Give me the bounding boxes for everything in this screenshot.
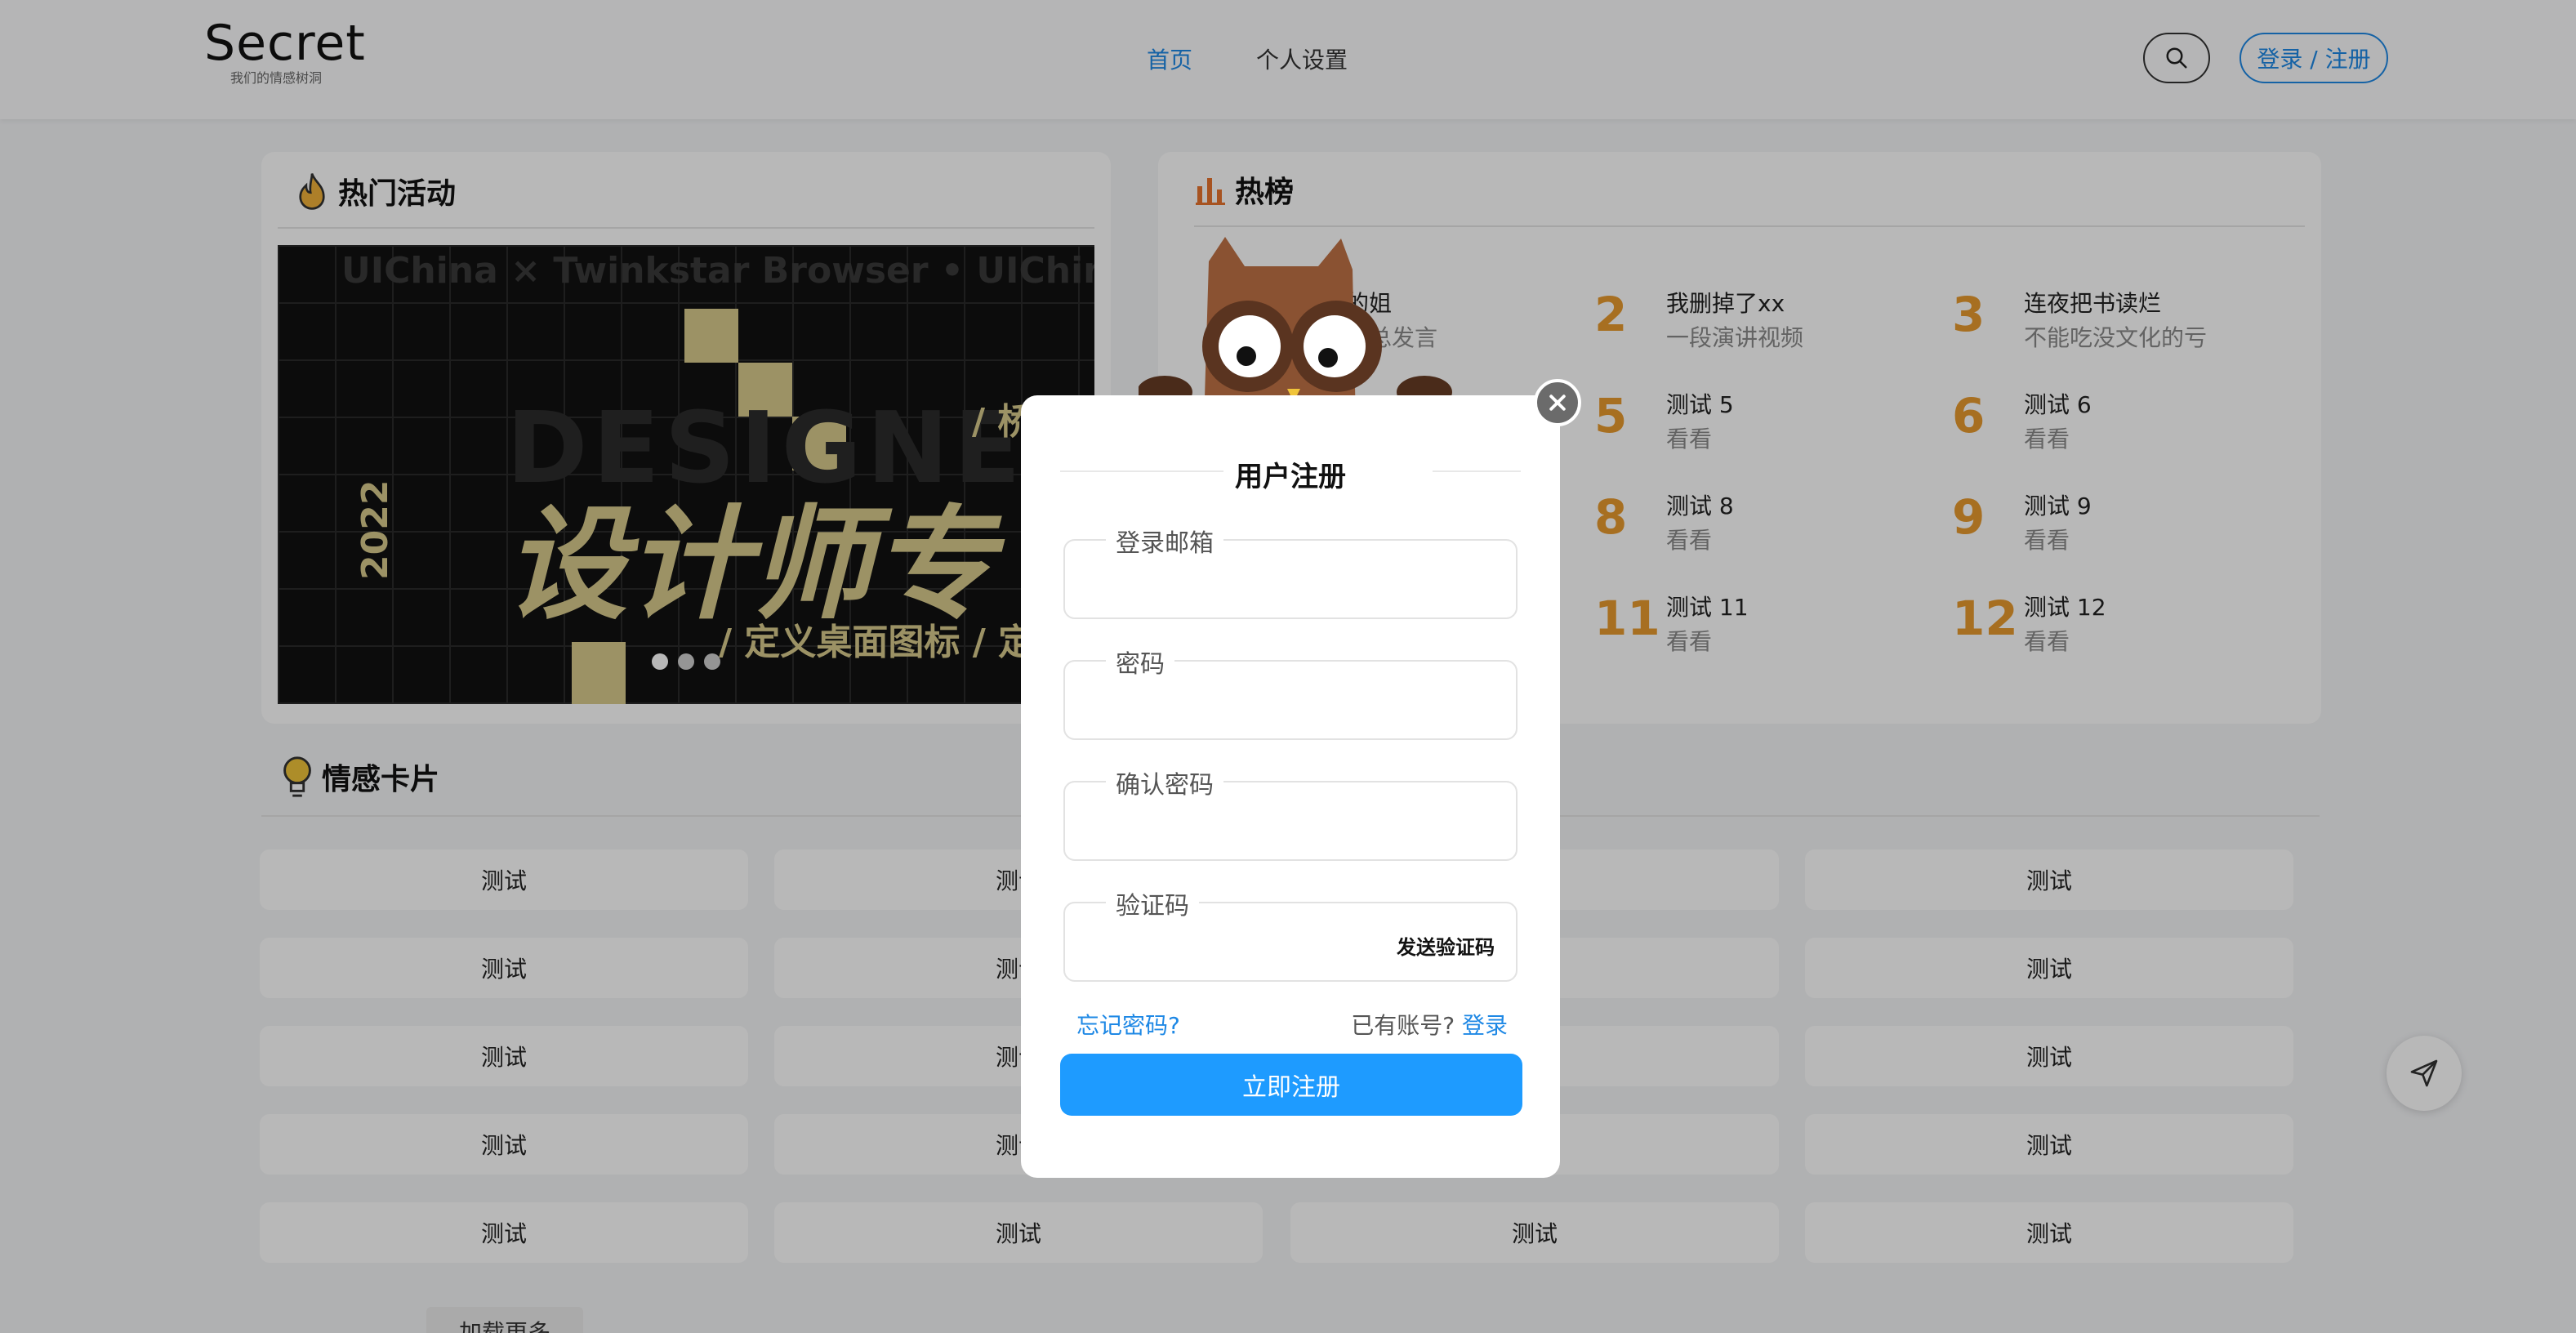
modal-title: 用户注册 [1235,461,1346,493]
forgot-password-link[interactable]: 忘记密码? [1076,1008,1180,1041]
register-modal: 用户注册 登录邮箱 密码 确认密码 验证码 发送验证码 忘记密码? 已有账号? … [1021,395,1560,1178]
modal-links: 忘记密码? 已有账号? 登录 [1076,1008,1508,1041]
password-label: 密码 [1106,644,1174,680]
password-field[interactable]: 密码 [1063,644,1518,740]
confirm-password-field[interactable]: 确认密码 [1063,765,1518,861]
email-field[interactable]: 登录邮箱 [1063,523,1518,619]
email-label: 登录邮箱 [1106,523,1223,559]
verification-code-label: 验证码 [1106,885,1199,921]
close-button[interactable] [1534,379,1581,426]
login-link[interactable]: 登录 [1462,1012,1508,1039]
verification-code-field[interactable]: 验证码 发送验证码 [1063,885,1518,982]
confirm-password-label: 确认密码 [1106,765,1223,800]
have-account-text: 已有账号? [1351,1012,1455,1039]
close-icon [1549,395,1566,411]
register-submit-button[interactable]: 立即注册 [1060,1054,1522,1116]
send-code-button[interactable]: 发送验证码 [1397,931,1495,960]
